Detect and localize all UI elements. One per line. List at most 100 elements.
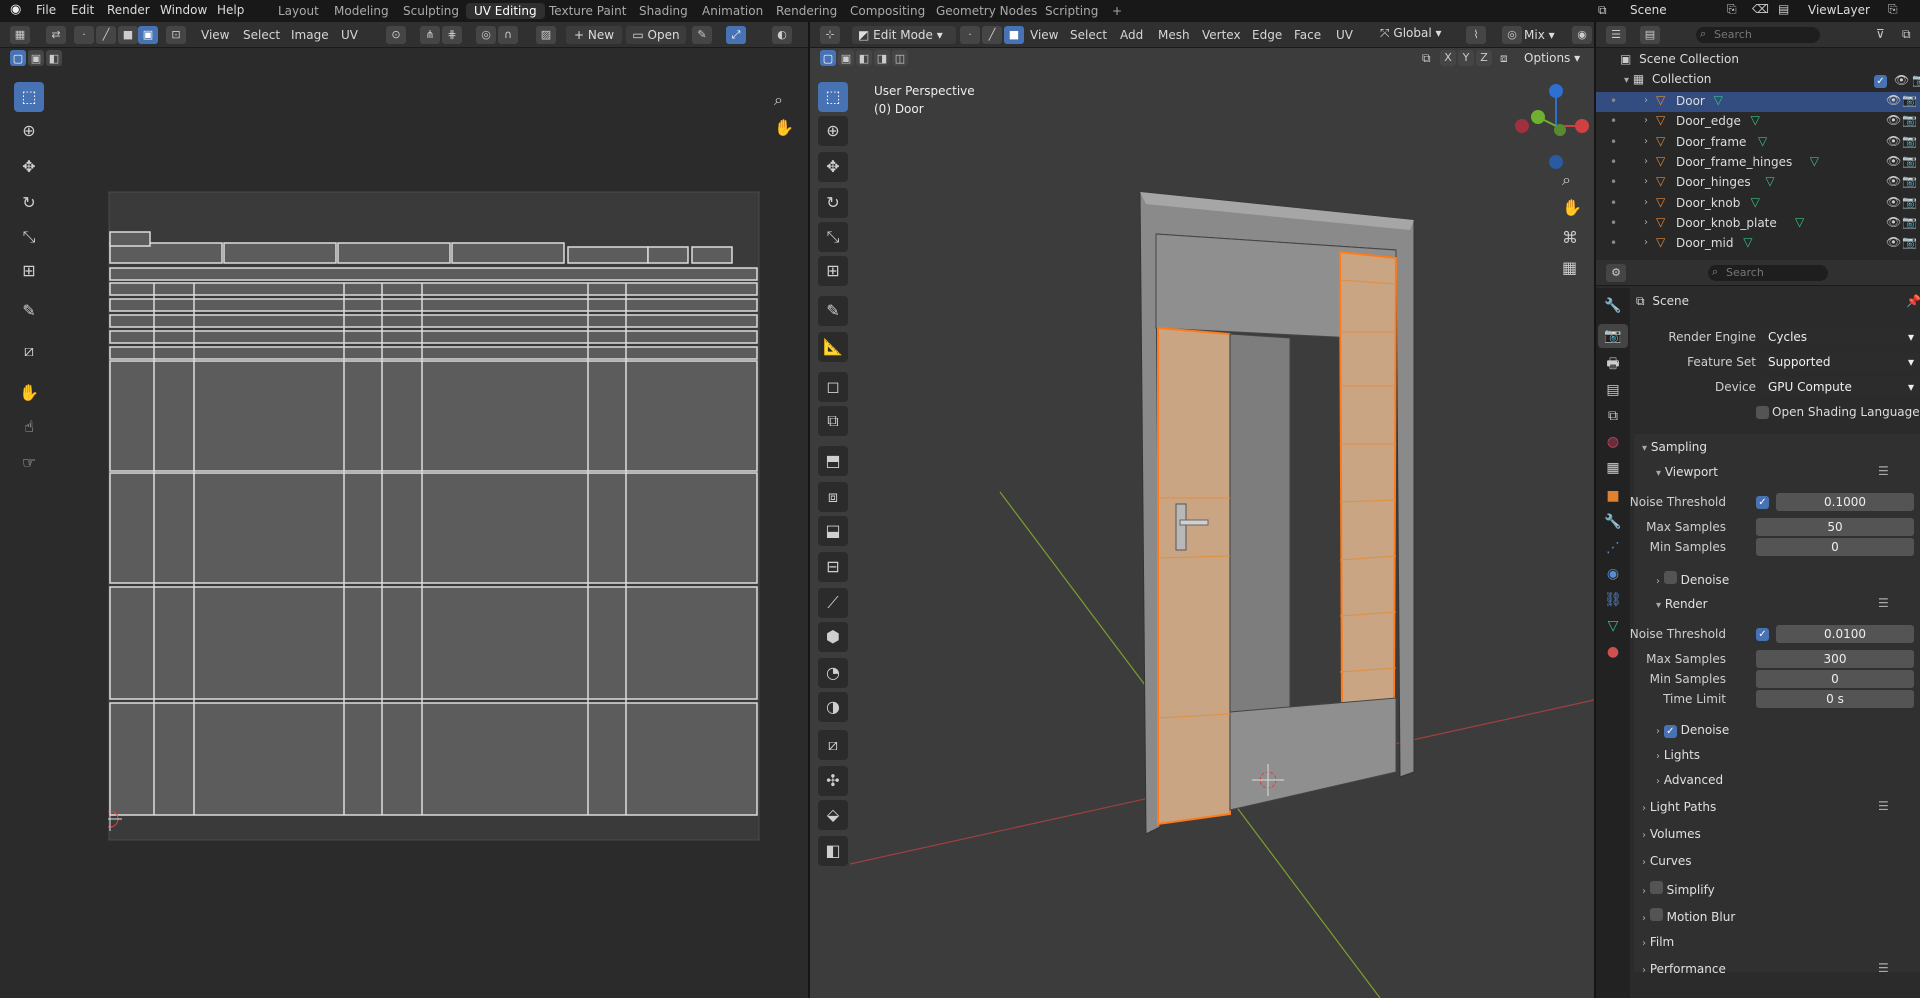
object-expand-icon[interactable]: ›	[1644, 176, 1648, 187]
object-render-icon[interactable]: 📷	[1902, 154, 1917, 168]
vp-menu-face[interactable]: Face	[1294, 28, 1321, 42]
vp-menu-add[interactable]: Add	[1120, 28, 1143, 42]
menu-file[interactable]: File	[36, 3, 56, 17]
render-presets-icon[interactable]: ☰	[1878, 596, 1889, 610]
vp-select-intersect-icon[interactable]: ◫	[892, 50, 908, 66]
object-visibility-dot[interactable]: •	[1610, 155, 1617, 169]
add-workspace-button[interactable]: +	[1104, 3, 1130, 19]
outliner-row-object[interactable]: • › ▽ Door_mid ▽ 👁 📷	[1596, 234, 1920, 254]
outliner-row-object[interactable]: • › ▽ Door_knob_plate ▽ 👁 📷	[1596, 214, 1920, 234]
object-visibility-icon[interactable]: 👁	[1886, 93, 1901, 107]
inset-tool[interactable]: ⧈	[818, 482, 848, 512]
advanced-subpanel[interactable]: › Advanced	[1656, 773, 1723, 787]
panel-film[interactable]: › Film	[1642, 935, 1674, 949]
select-mode-new-icon[interactable]: ▢	[10, 50, 26, 66]
camera-view-icon[interactable]: ⌘	[1562, 228, 1578, 247]
performance-presets-icon[interactable]: ☰	[1878, 961, 1889, 975]
feature-set-dropdown[interactable]: Supported ▾	[1760, 353, 1920, 371]
viewport-subpanel-header[interactable]: ▾ Viewport	[1656, 465, 1718, 479]
scale-tool[interactable]: ⤡	[14, 222, 44, 252]
panel-curves[interactable]: › Curves	[1642, 854, 1691, 868]
viewport-scene[interactable]	[850, 72, 1594, 998]
select-mode-extend-icon[interactable]: ▣	[28, 50, 44, 66]
vp-rotate-tool[interactable]: ↻	[818, 188, 848, 218]
vp-transform-tool[interactable]: ⊞	[818, 256, 848, 286]
viewlayer-icon[interactable]: ▤	[1778, 2, 1789, 16]
osl-checkbox[interactable]	[1756, 406, 1769, 419]
uv-menu-uv[interactable]: UV	[341, 28, 358, 42]
proportional-edit-icon[interactable]: ◎	[476, 26, 496, 44]
smooth-tool[interactable]: ◑	[818, 692, 848, 722]
auto-merge-icon[interactable]: ⧈	[1500, 51, 1508, 66]
tab-physics-icon[interactable]: ◉	[1598, 562, 1628, 586]
render-engine-dropdown[interactable]: Cycles ▾	[1760, 328, 1920, 346]
motion-blur-checkbox[interactable]	[1649, 908, 1663, 921]
object-expand-icon[interactable]: ›	[1644, 95, 1648, 106]
tab-scripting[interactable]: Scripting	[1037, 3, 1106, 19]
proportional-icon[interactable]: ◎	[1502, 26, 1522, 44]
new-collection-icon[interactable]: ⧉	[1902, 27, 1911, 42]
mirror-y[interactable]: Y	[1458, 50, 1474, 66]
pinch-tool[interactable]: ☞	[14, 448, 44, 478]
shear-tool[interactable]: ⬙	[818, 800, 848, 830]
spin-tool[interactable]: ◔	[818, 658, 848, 688]
object-expand-icon[interactable]: ›	[1644, 136, 1648, 147]
outliner-row-object[interactable]: • › ▽ Door ▽ 👁 📷	[1596, 92, 1920, 112]
editor-type-icon[interactable]: ▦	[10, 26, 30, 44]
edge-slide-tool[interactable]: ⧄	[818, 730, 848, 760]
open-image-button[interactable]: ▭ Open	[626, 26, 686, 44]
uv-grid-canvas[interactable]	[108, 191, 760, 851]
pivot-icon[interactable]: ⊙	[386, 26, 406, 44]
viewport-editor-type-icon[interactable]: ⊹	[820, 26, 840, 44]
vp-denoise-checkbox[interactable]	[1663, 571, 1677, 584]
relax-tool[interactable]: ☝	[14, 412, 44, 442]
simplify-checkbox[interactable]	[1649, 881, 1663, 894]
properties-search-input[interactable]: Search	[1708, 265, 1828, 281]
outliner-row-object[interactable]: • › ▽ Door_frame ▽ 👁 📷	[1596, 133, 1920, 153]
collection-exclude-checkbox[interactable]: ✓	[1874, 75, 1887, 88]
tab-shading[interactable]: Shading	[631, 3, 696, 19]
tab-tool-icon[interactable]: 🔧	[1598, 294, 1628, 318]
vp-denoise-subpanel[interactable]: › Denoise	[1656, 571, 1729, 587]
vp-menu-view[interactable]: View	[1030, 28, 1058, 42]
object-visibility-icon[interactable]: 👁	[1886, 235, 1901, 249]
snap-target-icon[interactable]: ⋕	[442, 26, 462, 44]
vp-menu-select[interactable]: Select	[1070, 28, 1107, 42]
outliner-row-object[interactable]: • › ▽ Door_frame_hinges ▽ 👁 📷	[1596, 153, 1920, 173]
menu-render[interactable]: Render	[107, 3, 150, 17]
vp-measure-tool[interactable]: 📐	[818, 332, 848, 362]
loop-cut-tool[interactable]: ⊟	[818, 552, 848, 582]
object-render-icon[interactable]: 📷	[1902, 93, 1917, 107]
vp-menu-edge[interactable]: Edge	[1252, 28, 1282, 42]
rip-region-tool[interactable]: ◧	[818, 836, 848, 866]
tab-uv-editing[interactable]: UV Editing	[466, 3, 545, 19]
cursor-tool[interactable]: ⊕	[14, 116, 44, 146]
r-noise-threshold-checkbox[interactable]: ✓	[1756, 628, 1769, 641]
r-max-samples-field[interactable]: 300	[1756, 650, 1914, 668]
rip-tool[interactable]: ⧄	[14, 336, 44, 366]
menu-edit[interactable]: Edit	[71, 3, 94, 17]
panel-simplify[interactable]: › Simplify	[1642, 881, 1715, 897]
object-render-icon[interactable]: 📷	[1902, 215, 1917, 229]
transform-tool[interactable]: ⊞	[14, 256, 44, 286]
object-visibility-dot[interactable]: •	[1610, 94, 1617, 108]
uv-gizmo-icon[interactable]: ⤢	[726, 26, 746, 44]
menu-window[interactable]: Window	[160, 3, 207, 17]
vp-pan-icon[interactable]: ✋	[1562, 198, 1582, 217]
extrude-tool[interactable]: ⬒	[818, 446, 848, 476]
viewport-overlay-icon[interactable]: ◉	[1572, 26, 1592, 44]
zoom-icon[interactable]: ⌕	[774, 90, 783, 110]
r-denoise-subpanel[interactable]: › ✓ Denoise	[1656, 723, 1729, 738]
select-box-tool[interactable]: ⬚	[14, 82, 44, 112]
light-paths-presets-icon[interactable]: ☰	[1878, 799, 1889, 813]
blender-logo-icon[interactable]: ◉	[10, 2, 21, 17]
uv-menu-view[interactable]: View	[201, 28, 229, 42]
object-expand-icon[interactable]: ›	[1644, 197, 1648, 208]
grab-tool[interactable]: ✋	[14, 378, 44, 408]
object-visibility-dot[interactable]: •	[1610, 216, 1617, 230]
object-expand-icon[interactable]: ›	[1644, 115, 1648, 126]
vp-menu-uv[interactable]: UV	[1336, 28, 1353, 42]
shading-mix-dropdown[interactable]: Mix ▾	[1524, 28, 1555, 42]
rotate-tool[interactable]: ↻	[14, 188, 44, 218]
r-time-limit-field[interactable]: 0 s	[1756, 690, 1914, 708]
